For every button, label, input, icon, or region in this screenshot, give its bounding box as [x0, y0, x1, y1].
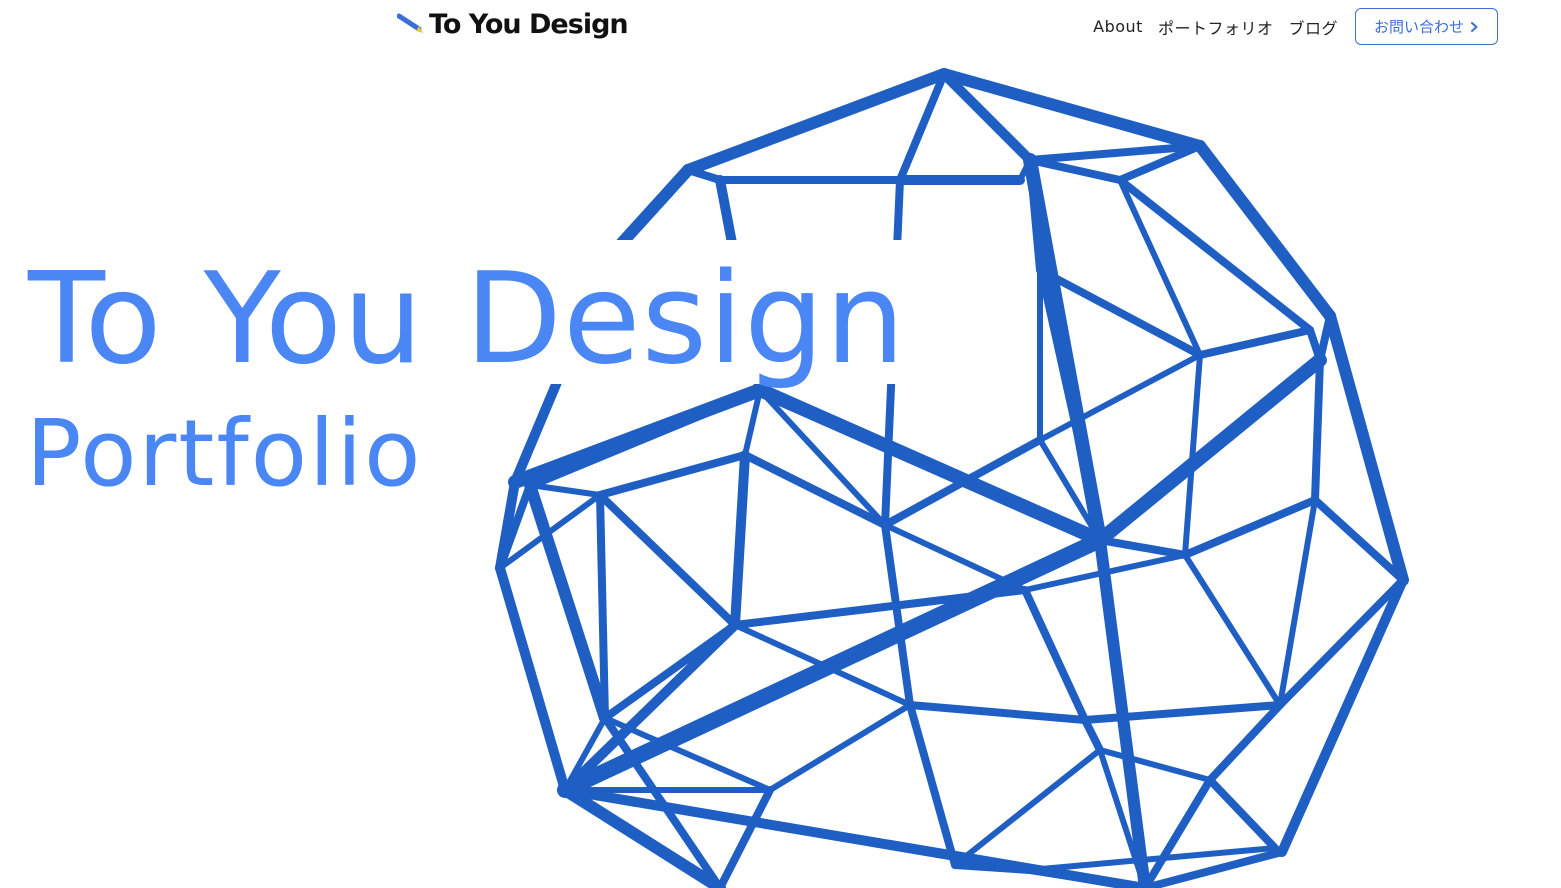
wireframe-strut — [906, 701, 1089, 724]
contact-button[interactable]: お問い合わせ — [1354, 8, 1498, 45]
wireframe-strut — [1097, 747, 1213, 783]
hero-text-block: To You Design Portfolio — [26, 240, 912, 504]
wireframe-strut — [1182, 552, 1283, 708]
main-nav: About ポートフォリオ ブログ お問い合わせ — [1093, 7, 1498, 46]
wireframe-strut — [682, 68, 950, 176]
wireframe-strut — [1037, 267, 1103, 543]
wireframe-strut — [881, 521, 914, 709]
nav-link-portfolio[interactable]: ポートフォリオ — [1158, 15, 1274, 39]
wireframe-strut — [1081, 716, 1104, 754]
wireframe-strut — [1081, 701, 1284, 724]
hero-title: To You Design — [26, 240, 912, 384]
wireframe-strut — [716, 786, 774, 888]
wireframe-strut — [1026, 156, 1124, 184]
site-logo[interactable]: To You Design — [397, 6, 629, 42]
wireframe-strut — [596, 491, 739, 629]
contact-button-label: お問い合わせ — [1373, 18, 1464, 36]
nav-link-blog[interactable]: ブログ — [1288, 15, 1338, 39]
site-header: To You Design About ポートフォリオ ブログ お問い合わせ — [0, 0, 1561, 52]
wireframe-strut — [1196, 326, 1314, 359]
wireframe-strut — [1117, 177, 1203, 358]
pencil-icon — [397, 13, 423, 33]
wireframe-strut — [1181, 496, 1319, 559]
wireframe-strut — [767, 702, 913, 793]
logo-text: To You Design — [429, 8, 629, 40]
wireframe-strut — [952, 747, 1103, 868]
wireframe-strut — [684, 166, 724, 184]
wireframe-strut — [596, 491, 609, 722]
chevron-right-icon — [1471, 21, 1478, 32]
wireframe-strut — [906, 701, 959, 869]
wireframe-strut — [495, 563, 570, 795]
hero-subtitle: Portfolio — [26, 400, 423, 507]
wireframe-strut — [1311, 356, 1324, 504]
wireframe-strut — [1206, 776, 1279, 852]
nav-link-about[interactable]: About — [1093, 17, 1143, 36]
wireframe-strut — [1096, 536, 1189, 559]
wireframe-strut — [1277, 575, 1408, 857]
wireframe-strut — [1324, 310, 1409, 586]
wireframe-strut — [1206, 701, 1284, 784]
wireframe-strut — [1021, 586, 1089, 724]
